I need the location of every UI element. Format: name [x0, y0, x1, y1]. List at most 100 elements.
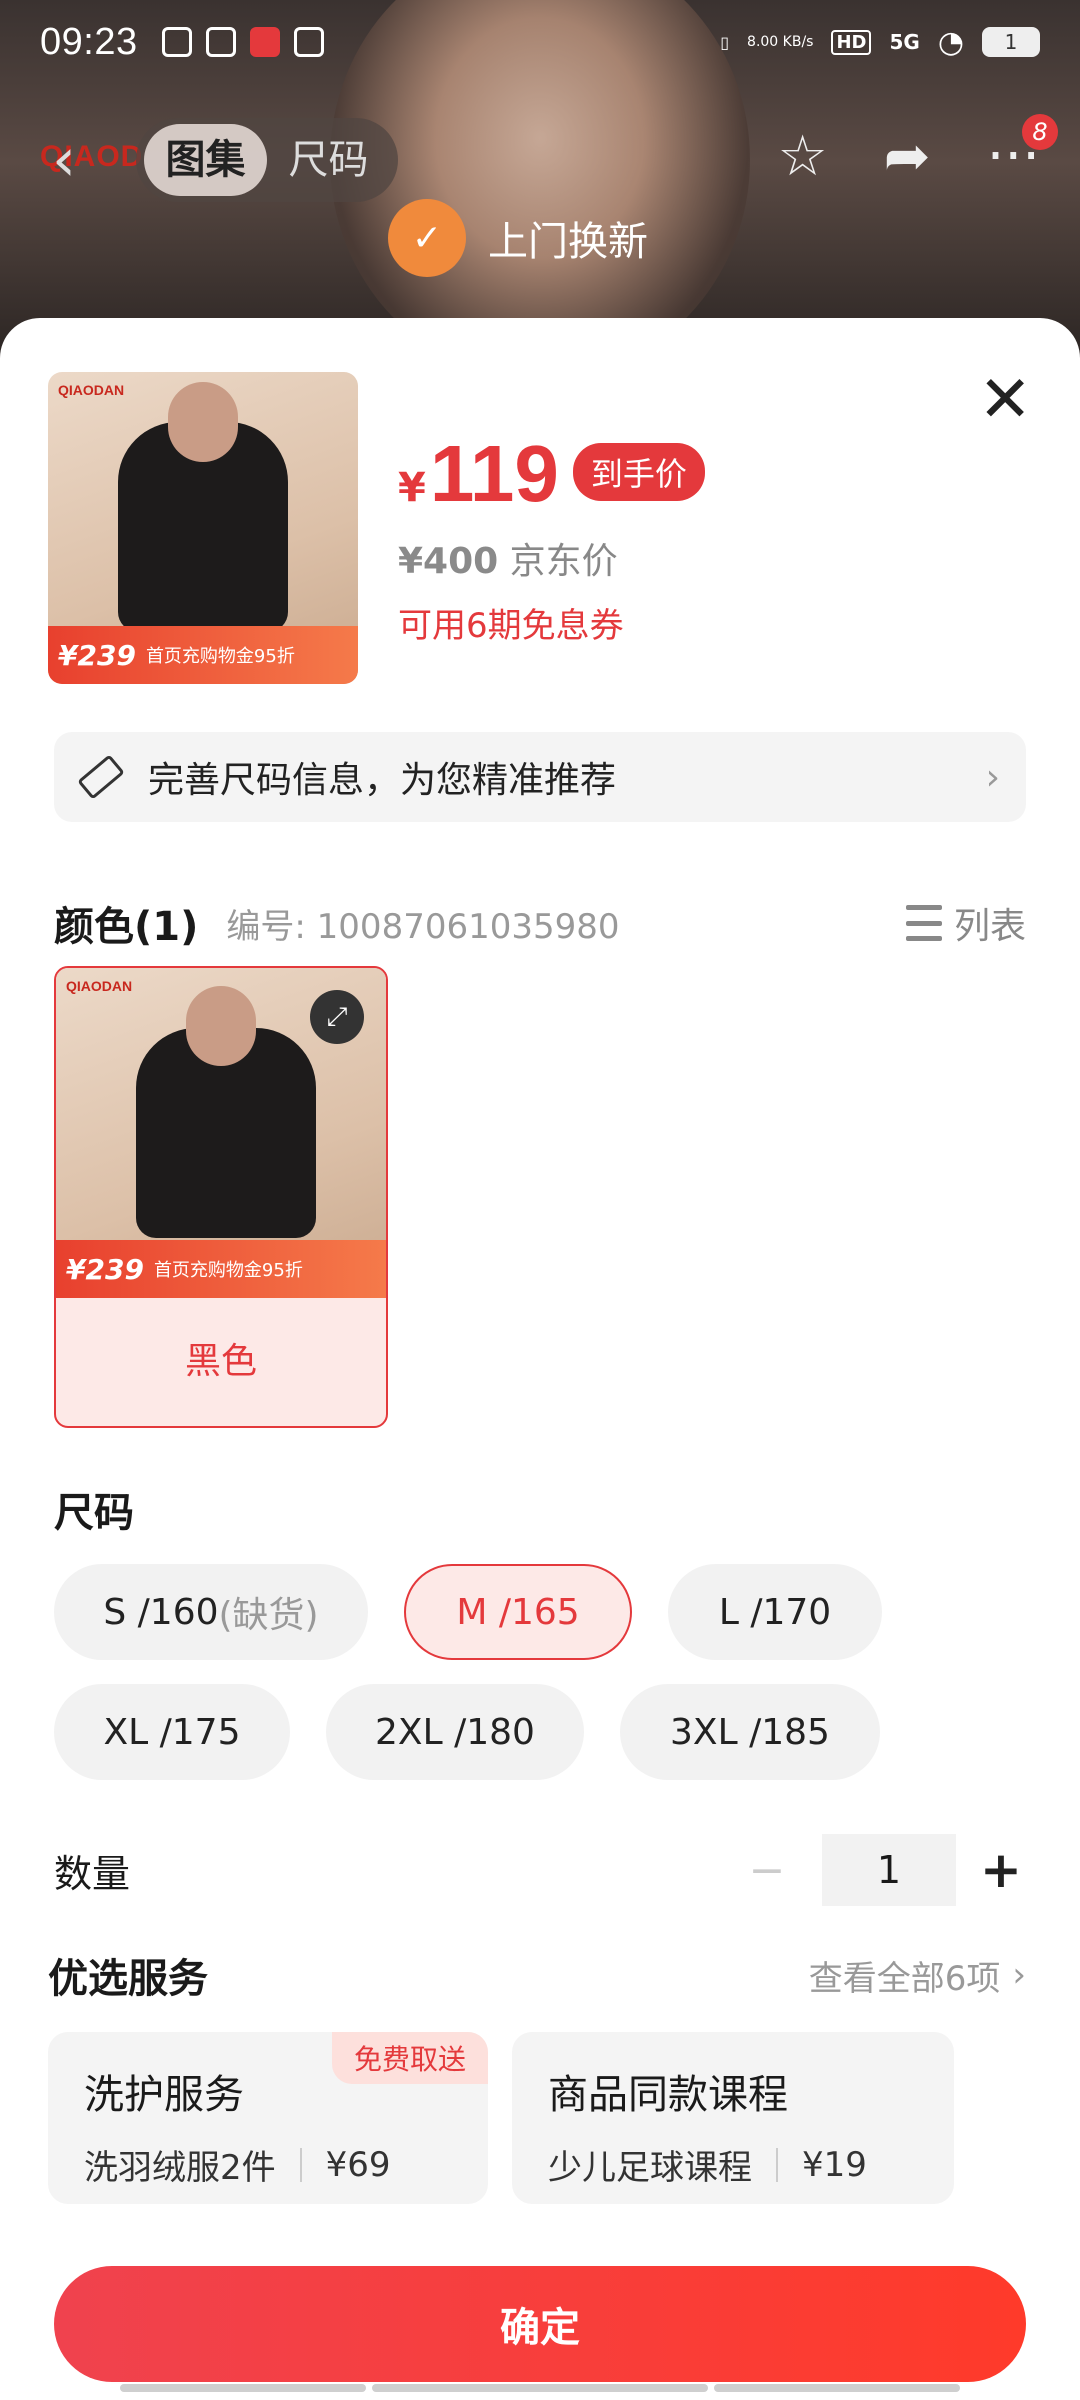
expand-icon[interactable]: ⤢ — [310, 990, 364, 1044]
home-exchange-tag: ✓ 上门换新 — [388, 198, 648, 278]
back-icon[interactable]: ‹ — [52, 130, 92, 190]
list-icon — [905, 905, 942, 941]
size-option-label: 3XL /185 — [670, 1711, 830, 1753]
size-info-banner[interactable]: 完善尺码信息，为您精准推荐 › — [54, 732, 1026, 822]
shop-notification-icon — [249, 27, 280, 57]
size-option-l[interactable]: L /170 — [668, 1564, 882, 1660]
size-header: 尺码 — [54, 1480, 1026, 1538]
list-view-label: 列表 — [953, 906, 1026, 947]
mail-notification-icon — [205, 27, 236, 57]
quantity-row: 数量 − 1 + — [54, 1832, 1026, 1908]
favorite-star-icon[interactable]: ☆ — [777, 124, 827, 189]
service-price: ¥19 — [802, 2144, 867, 2185]
color-option-label: 黑色 — [184, 1341, 257, 1382]
clock: 09:23 — [40, 20, 138, 63]
signal-icon: 5G — [889, 30, 920, 54]
size-option-xl[interactable]: XL /175 — [54, 1684, 290, 1780]
services-title: 优选服务 — [48, 1956, 208, 2002]
model-head-shape — [168, 382, 238, 462]
size-option-m[interactable]: M /165 — [404, 1564, 632, 1660]
status-right: ▯ 8.00 KB/s HD 5G ◔ 1 — [720, 25, 1040, 60]
wifi-icon: ◔ — [937, 24, 964, 60]
installment-coupon[interactable]: 可用6期免息券 — [398, 598, 705, 647]
service-card-laundry[interactable]: 免费取送 洗护服务 洗羽绒服2件 ¥69 — [48, 2032, 488, 2204]
quantity-value[interactable]: 1 — [822, 1834, 956, 1906]
size-option-label: 2XL /180 — [375, 1711, 535, 1753]
minus-icon[interactable]: − — [732, 1845, 802, 1896]
sku-number: 编号: 10087061035980 — [226, 906, 620, 947]
quantity-stepper: − 1 + — [732, 1834, 1026, 1906]
jd-price: ¥400 — [398, 541, 499, 582]
share-icon[interactable]: ➦ — [884, 124, 931, 189]
size-option-label: S /160 — [103, 1591, 219, 1633]
promo-text: 首页充购物金95折 — [145, 646, 295, 667]
currency-symbol: ¥ — [398, 465, 426, 511]
final-price: 119 — [429, 429, 559, 518]
size-info-text: 完善尺码信息，为您精准推荐 — [148, 760, 617, 801]
size-option-label: XL /175 — [103, 1711, 241, 1753]
status-bar: 09:23 ▯ 8.00 KB/s HD 5G ◔ 1 — [0, 0, 1080, 84]
chevron-right-icon: › — [985, 756, 1000, 798]
quantity-label: 数量 — [54, 1851, 131, 1896]
final-price-tag: 到手价 — [572, 443, 705, 501]
net-speed: 8.00 KB/s — [747, 34, 814, 50]
product-thumbnail[interactable]: QIAODAN ¥239 首页充购物金95折 — [48, 372, 358, 684]
service-detail: 洗羽绒服2件 ¥69 — [84, 2140, 452, 2189]
notification-icons — [161, 27, 324, 57]
services-header: 优选服务 查看全部6项 › — [48, 1946, 1026, 2004]
color-option-black[interactable]: QIAODAN ¥239 首页充购物金95折 ⤢ 黑色 — [54, 966, 388, 1428]
color-header: 颜色(1) 编号: 10087061035980 列表 — [54, 894, 1026, 952]
sku-selection-sheet: ✕ QIAODAN ¥239 首页充购物金95折 ¥ 119 到手价 ¥400 … — [0, 318, 1080, 2400]
hd-icon: HD — [831, 29, 872, 55]
service-price: ¥69 — [325, 2144, 391, 2185]
nav-actions: ☆ ➦ ··· 8 — [777, 114, 1058, 189]
gesture-bar-segment — [120, 2384, 366, 2392]
tab-gallery[interactable]: 图集 — [144, 124, 267, 196]
media-tab-switch: 图集 尺码 — [136, 118, 398, 202]
price-block: ¥ 119 到手价 ¥400 京东价 可用6期免息券 — [398, 428, 705, 647]
service-item: 洗羽绒服2件 — [84, 2148, 276, 2188]
confirm-button[interactable]: 确定 — [54, 2266, 1026, 2382]
size-option-2xl[interactable]: 2XL /180 — [326, 1684, 584, 1780]
color-head-shape — [186, 986, 256, 1066]
jd-price-label: 京东价 — [509, 541, 618, 582]
thumbnail-promo-bar: ¥239 首页充购物金95折 — [48, 626, 358, 684]
service-card-course[interactable]: 商品同款课程 少儿足球课程 ¥19 — [512, 2032, 954, 2204]
plus-icon[interactable]: + — [976, 1841, 1026, 1899]
promo-price: ¥239 — [58, 638, 136, 672]
more-icon[interactable]: ··· 8 — [987, 114, 1058, 189]
size-option-3xl[interactable]: 3XL /185 — [620, 1684, 880, 1780]
home-exchange-label: 上门换新 — [488, 219, 648, 265]
color-promo-bar: ¥239 首页充购物金95折 — [56, 1240, 386, 1298]
color-image-brand: QIAODAN — [66, 978, 133, 994]
color-promo-text: 首页充购物金95折 — [153, 1260, 303, 1281]
view-all-services[interactable]: 查看全部6项 › — [809, 1951, 1026, 2000]
jd-price-row: ¥400 京东价 — [398, 532, 705, 584]
size-option-label: L /170 — [718, 1591, 832, 1633]
product-nav-bar: ‹ 图集 尺码 ☆ ➦ ··· 8 — [0, 110, 1080, 210]
color-option-image: QIAODAN ¥239 首页充购物金95折 ⤢ — [56, 968, 386, 1298]
list-view-toggle[interactable]: 列表 — [905, 897, 1026, 949]
close-icon[interactable]: ✕ — [978, 368, 1032, 432]
free-pickup-tag: 免费取送 — [331, 2032, 488, 2084]
thumbnail-brand: QIAODAN — [58, 382, 125, 398]
app-notification-icon — [161, 27, 192, 57]
service-item: 少儿足球课程 — [548, 2148, 752, 2188]
gesture-bar-segment — [372, 2384, 708, 2392]
size-option-s[interactable]: S /160 (缺货) — [54, 1564, 368, 1660]
shield-check-icon: ✓ — [388, 199, 466, 277]
service-name: 商品同款课程 — [548, 2072, 788, 2118]
divider — [299, 2147, 302, 2182]
size-option-label: M /165 — [456, 1591, 580, 1633]
tab-size[interactable]: 尺码 — [267, 124, 390, 196]
battery-icon: 1 — [982, 27, 1040, 57]
out-of-stock-note: (缺货) — [218, 1595, 319, 1636]
color-title: 颜色(1) — [54, 904, 199, 950]
chevron-right-icon: › — [1012, 1955, 1026, 1995]
gesture-bar-segment — [714, 2384, 960, 2392]
ruler-icon — [77, 754, 125, 800]
color-promo-price: ¥239 — [66, 1252, 144, 1286]
divider — [776, 2147, 778, 2182]
size-title: 尺码 — [54, 1490, 134, 1536]
vibrate-icon: ▯ — [720, 32, 730, 52]
